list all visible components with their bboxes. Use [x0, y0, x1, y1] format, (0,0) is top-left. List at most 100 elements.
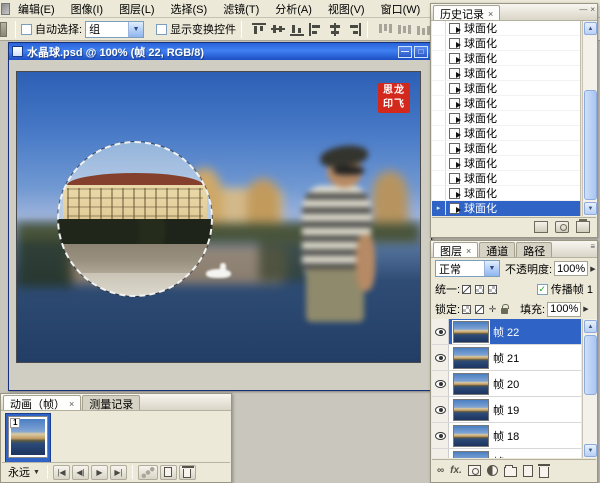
show-transform-checkbox[interactable]	[156, 24, 167, 35]
lock-pixels-icon[interactable]	[475, 305, 484, 314]
history-item[interactable]: 球面化	[432, 96, 580, 111]
menu-layer[interactable]: 图层(L)	[111, 0, 162, 19]
blend-mode-dropdown[interactable]: 正常 ▼	[435, 260, 500, 277]
visibility-toggle[interactable]	[432, 449, 449, 458]
scroll-down-icon[interactable]: ▼	[584, 444, 597, 457]
chevron-down-icon[interactable]: ▼	[484, 261, 499, 276]
layer-thumbnail[interactable]	[453, 451, 489, 459]
tween-button[interactable]	[138, 465, 158, 480]
frame-thumbnail[interactable]: 1	[8, 416, 48, 458]
loop-mode-dropdown[interactable]: 永远 ▼	[6, 464, 42, 480]
opacity-value[interactable]: 100%	[554, 261, 588, 276]
document-title-bar[interactable]: 水晶球.psd @ 100% (帧 22, RGB/8) — □	[9, 43, 431, 60]
layer-thumbnail[interactable]	[453, 321, 489, 343]
layer-mask-icon[interactable]	[468, 465, 481, 476]
align-bottom-icon[interactable]	[289, 22, 305, 37]
menu-image[interactable]: 图像(I)	[63, 0, 111, 19]
opacity-slider-icon[interactable]: ▶	[590, 265, 595, 273]
history-item[interactable]: 球面化	[432, 141, 580, 156]
canvas-image[interactable]: 思龙 印飞	[16, 71, 421, 363]
play-button[interactable]: ▶	[91, 465, 108, 480]
fill-value[interactable]: 100%	[547, 302, 581, 317]
history-item[interactable]: 球面化	[432, 66, 580, 81]
layer-thumbnail[interactable]	[453, 347, 489, 369]
layer-row[interactable]: 帧 17	[432, 449, 581, 458]
visibility-toggle[interactable]	[432, 397, 449, 422]
layer-row[interactable]: 帧 20	[432, 371, 581, 397]
tab-layers[interactable]: 图层 ×	[433, 242, 478, 257]
doc-minimize-button[interactable]: —	[398, 46, 412, 58]
history-scrollbar[interactable]: ▲ ▼	[582, 21, 597, 216]
previous-frame-button[interactable]: ◀|	[72, 465, 89, 480]
panel-minimize-icon[interactable]: —	[579, 5, 587, 14]
distribute-bottom-icon[interactable]	[415, 22, 431, 37]
layer-thumbnail[interactable]	[453, 425, 489, 447]
layer-row[interactable]: 帧 19	[432, 397, 581, 423]
next-frame-button[interactable]: ▶|	[110, 465, 127, 480]
panel-flyout-icon[interactable]: ≡	[590, 242, 595, 251]
scroll-up-icon[interactable]: ▲	[584, 320, 597, 333]
layer-row[interactable]: 帧 18	[432, 423, 581, 449]
history-item[interactable]: 球面化	[432, 156, 580, 171]
align-hcenter-icon[interactable]	[327, 22, 343, 37]
close-icon[interactable]: ×	[488, 9, 493, 19]
layer-style-icon[interactable]: fx.	[450, 465, 462, 476]
visibility-toggle[interactable]	[432, 319, 449, 344]
menu-edit[interactable]: 编辑(E)	[10, 0, 63, 19]
visibility-toggle[interactable]	[432, 371, 449, 396]
scroll-thumb[interactable]	[584, 335, 597, 395]
history-item[interactable]: 球面化	[432, 51, 580, 66]
scroll-thumb[interactable]	[584, 90, 597, 200]
duplicate-frame-button[interactable]	[160, 465, 177, 480]
history-item[interactable]: 球面化	[432, 21, 580, 36]
delete-frame-button[interactable]	[179, 465, 196, 480]
history-item[interactable]: 球面化	[432, 36, 580, 51]
delete-layer-icon[interactable]	[539, 467, 549, 478]
layer-thumbnail[interactable]	[453, 373, 489, 395]
layer-row[interactable]: 帧 21	[432, 345, 581, 371]
lock-transparent-icon[interactable]	[462, 305, 471, 314]
new-layer-icon[interactable]	[523, 465, 533, 477]
doc-maximize-button[interactable]: □	[414, 46, 428, 58]
close-icon[interactable]: ×	[466, 246, 471, 256]
tab-history[interactable]: 历史记录 ×	[433, 5, 500, 20]
chevron-down-icon[interactable]: ▼	[128, 22, 143, 37]
history-item[interactable]: 球面化	[432, 111, 580, 126]
distribute-top-icon[interactable]	[377, 22, 393, 37]
history-item[interactable]: 球面化	[432, 186, 580, 201]
distribute-vcenter-icon[interactable]	[396, 22, 412, 37]
menu-select[interactable]: 选择(S)	[163, 0, 216, 19]
align-right-icon[interactable]	[346, 22, 362, 37]
crystal-ball-region[interactable]	[58, 142, 212, 296]
unify-position-icon[interactable]	[462, 285, 471, 294]
auto-select-dropdown[interactable]: 组 ▼	[85, 21, 144, 38]
lock-position-icon[interactable]: ✛	[488, 305, 497, 314]
tab-channels[interactable]: 通道	[479, 242, 515, 257]
scroll-down-icon[interactable]: ▼	[584, 202, 597, 215]
unify-style-icon[interactable]	[488, 285, 497, 294]
auto-select-checkbox[interactable]	[21, 24, 32, 35]
adjustment-layer-icon[interactable]	[487, 465, 498, 476]
layer-row-selected[interactable]: 帧 22	[432, 319, 581, 345]
new-document-from-state-icon[interactable]	[534, 221, 548, 233]
new-snapshot-icon[interactable]	[555, 221, 569, 233]
align-vcenter-icon[interactable]	[270, 22, 286, 37]
history-item-selected[interactable]: ▸球面化	[432, 201, 580, 216]
tab-measurement-log[interactable]: 测量记录	[82, 395, 140, 410]
align-top-icon[interactable]	[251, 22, 267, 37]
history-item[interactable]: 球面化	[432, 81, 580, 96]
propagate-frame-checkbox[interactable]: ✓	[537, 284, 548, 295]
first-frame-button[interactable]: |◀	[53, 465, 70, 480]
menu-view[interactable]: 视图(V)	[320, 0, 373, 19]
menu-analysis[interactable]: 分析(A)	[267, 0, 320, 19]
history-source-marker[interactable]: ▸	[432, 201, 446, 215]
panel-close-icon[interactable]: ×	[590, 5, 595, 14]
menu-window[interactable]: 窗口(W)	[373, 0, 429, 19]
unify-visibility-icon[interactable]	[475, 285, 484, 294]
history-item[interactable]: 球面化	[432, 126, 580, 141]
layers-scrollbar[interactable]: ▲ ▼	[582, 319, 597, 458]
tab-paths[interactable]: 路径	[516, 242, 552, 257]
new-group-icon[interactable]	[504, 467, 517, 477]
history-item[interactable]: 球面化	[432, 171, 580, 186]
close-icon[interactable]: ×	[69, 399, 74, 409]
